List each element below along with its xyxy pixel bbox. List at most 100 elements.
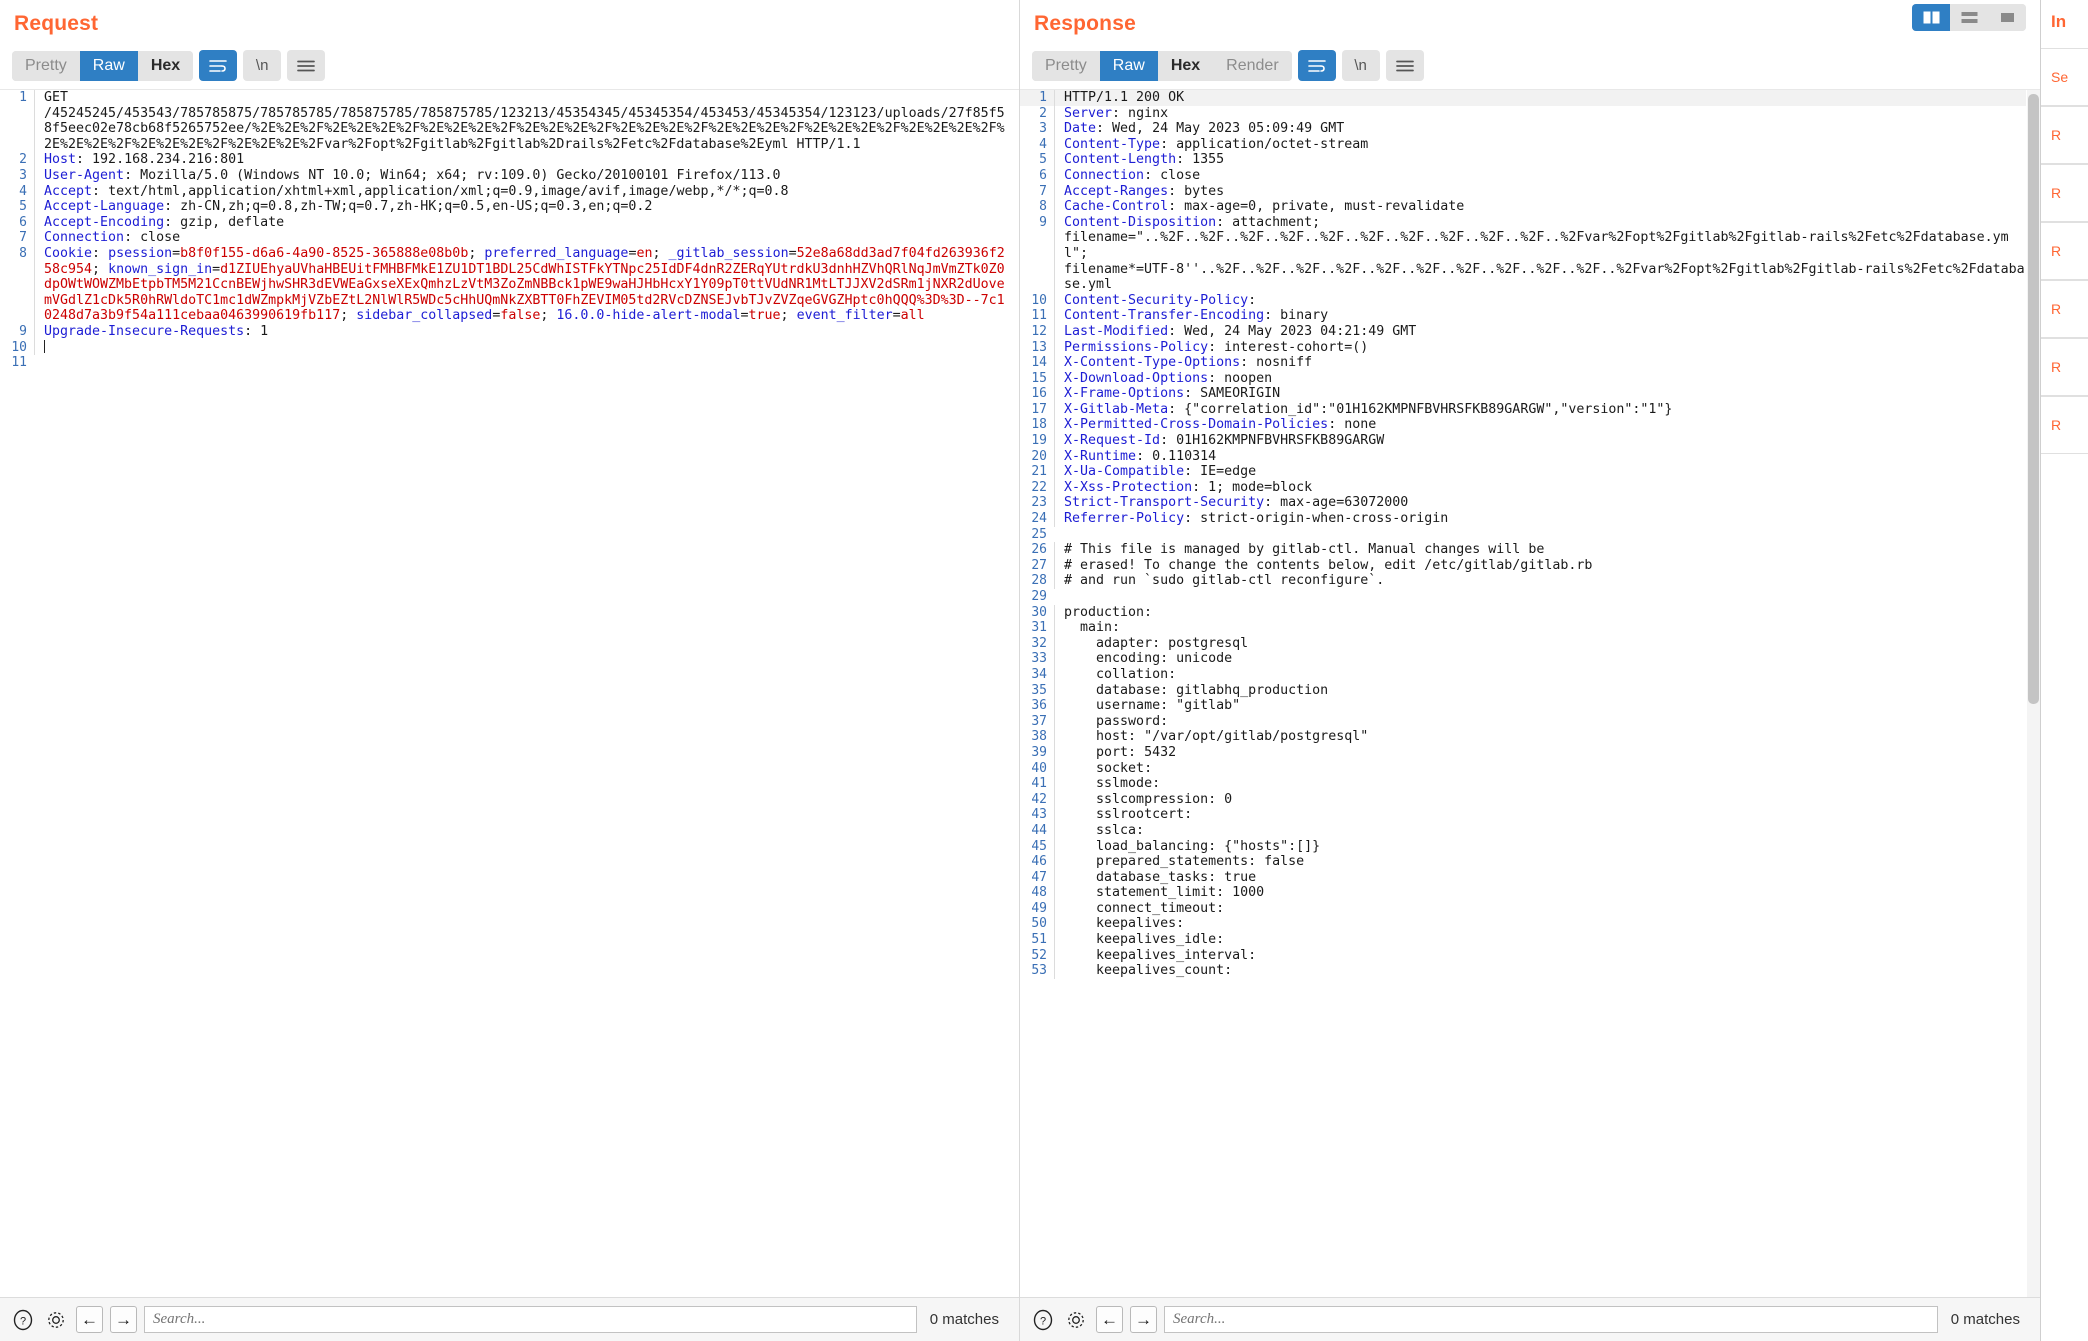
line-number: 36 xyxy=(1031,698,1047,714)
line-content: Last-Modified: Wed, 24 May 2023 04:21:49… xyxy=(1054,323,2026,340)
line-number: 41 xyxy=(1031,776,1047,792)
line-segment: load_balancing: {"hosts":[]} xyxy=(1064,838,1321,854)
line-content: /45245245/453543/785785875/785785785/785… xyxy=(34,105,1005,153)
editor-line: 33 encoding: unicode xyxy=(1020,651,2026,667)
editor-line: 7 Accept-Ranges: bytes xyxy=(1020,183,2026,200)
inspector-row[interactable]: R xyxy=(2041,338,2088,396)
line-content: host: "/var/opt/gitlab/postgresql" xyxy=(1054,729,2026,745)
editor-line: 47 database_tasks: true xyxy=(1020,869,2026,886)
line-number: 40 xyxy=(1031,760,1047,776)
line-content: Date: Wed, 24 May 2023 05:09:49 GMT xyxy=(1054,121,2026,137)
line-number: 42 xyxy=(1031,791,1047,807)
editor-line: 22 X-Xss-Protection: 1; mode=block xyxy=(1020,479,2026,496)
line-content: password: xyxy=(1054,713,2026,730)
inspector-row[interactable]: R xyxy=(2041,164,2088,222)
line-segment: prepared_statements: false xyxy=(1064,854,1305,870)
line-content: username: "gitlab" xyxy=(1054,698,2026,714)
inspector-row[interactable]: Se xyxy=(2041,48,2088,106)
line-segment: # This file is managed by gitlab-ctl. Ma… xyxy=(1064,542,1545,558)
response-newline-icon[interactable]: \n xyxy=(1341,50,1380,81)
response-tab-hex[interactable]: Hex xyxy=(1157,50,1214,81)
line-segment: ; xyxy=(652,245,669,261)
line-segment: : noopen xyxy=(1208,370,1273,386)
request-gear-icon[interactable] xyxy=(43,1307,69,1333)
line-number: 31 xyxy=(1031,620,1047,636)
line-segment: : nginx xyxy=(1112,105,1169,121)
inspector-row[interactable]: R xyxy=(2041,280,2088,338)
editor-line: 11 xyxy=(0,355,1005,371)
request-menu-icon[interactable] xyxy=(287,50,326,81)
request-search-back-button[interactable]: ← xyxy=(76,1306,103,1333)
editor-line: 1 GET xyxy=(0,90,1005,106)
line-number: 18 xyxy=(1031,417,1047,433)
line-segment: : strict-origin-when-cross-origin xyxy=(1184,511,1449,527)
inspector-row[interactable]: R xyxy=(2041,222,2088,280)
editor-line: 4 Content-Type: application/octet-stream xyxy=(1020,136,2026,153)
line-number: 35 xyxy=(1031,682,1047,698)
line-segment: adapter: postgresql xyxy=(1064,635,1249,651)
response-word-wrap-icon[interactable] xyxy=(1297,50,1336,81)
request-word-wrap-icon[interactable] xyxy=(199,50,238,81)
response-editor[interactable]: 1 HTTP/1.1 200 OK 2 Server: nginx 3 Date: Wed… xyxy=(1020,90,2026,1297)
response-help-icon[interactable]: ? xyxy=(1030,1307,1056,1333)
request-tab-hex[interactable]: Hex xyxy=(137,50,194,81)
response-tab-render[interactable]: Render xyxy=(1213,50,1292,81)
side-by-side-layout-button[interactable] xyxy=(1912,4,1950,31)
stacked-layout-button[interactable] xyxy=(1950,4,1988,31)
request-search-input[interactable] xyxy=(144,1306,917,1333)
single-pane-layout-button[interactable] xyxy=(1988,4,2026,31)
line-number: 28 xyxy=(1031,573,1047,589)
line-content: keepalives_idle: xyxy=(1054,932,2026,948)
response-tab-pretty[interactable]: Pretty xyxy=(1032,50,1100,81)
line-segment: : 1355 xyxy=(1176,152,1225,168)
editor-line: 23 Strict-Transport-Security: max-age=630… xyxy=(1020,495,2026,512)
editor-line: 11 Content-Transfer-Encoding: binary xyxy=(1020,308,2026,324)
line-segment: : SAMEORIGIN xyxy=(1184,386,1281,402)
line-segment: : Wed, 24 May 2023 05:09:49 GMT xyxy=(1096,121,1345,137)
line-content: Accept: text/html,application/xhtml+xml,… xyxy=(34,183,1005,200)
line-content: Connection: close xyxy=(34,230,1005,246)
inspector-row[interactable]: R xyxy=(2041,106,2088,164)
line-number: 20 xyxy=(1031,448,1047,464)
request-editor[interactable]: 1 GET/45245245/453543/785785875/785785785… xyxy=(0,90,1005,1297)
request-help-icon[interactable]: ? xyxy=(10,1307,36,1333)
line-segment: ; xyxy=(340,308,357,324)
request-search-forward-button[interactable]: → xyxy=(110,1306,137,1333)
response-search-forward-button[interactable]: → xyxy=(1130,1306,1157,1333)
response-editor-wrap: 1 HTTP/1.1 200 OK 2 Server: nginx 3 Date: Wed… xyxy=(1020,89,2040,1297)
editor-line: 17 X-Gitlab-Meta: {"correlation_id":"01H1… xyxy=(1020,401,2026,418)
response-search-input[interactable] xyxy=(1164,1306,1938,1333)
response-vertical-scrollbar[interactable] xyxy=(2027,90,2040,1297)
inspector-row[interactable]: R xyxy=(2041,396,2088,454)
response-matches-label: 0 matches xyxy=(1950,1311,2020,1328)
line-number: 7 xyxy=(19,230,27,246)
line-segment: Server xyxy=(1064,105,1113,121)
line-number: 32 xyxy=(1031,635,1047,651)
editor-line: 20 X-Runtime: 0.110314 xyxy=(1020,448,2026,465)
response-menu-icon[interactable] xyxy=(1385,50,1424,81)
response-search-back-button[interactable]: ← xyxy=(1096,1306,1123,1333)
line-segment: username: "gitlab" xyxy=(1064,698,1241,714)
line-segment: = xyxy=(172,245,181,261)
response-tab-raw[interactable]: Raw xyxy=(1099,50,1158,81)
line-content: keepalives_interval: xyxy=(1054,947,2026,964)
line-number: 11 xyxy=(1031,308,1047,324)
editor-line: 34 collation: xyxy=(1020,666,2026,683)
request-matches-label: 0 matches xyxy=(929,1311,999,1328)
line-segment: : xyxy=(124,167,141,183)
line-number: 15 xyxy=(1031,370,1047,386)
line-content: load_balancing: {"hosts":[]} xyxy=(1054,838,2026,855)
request-newline-icon[interactable]: \n xyxy=(243,50,282,81)
line-number: 17 xyxy=(1031,401,1047,417)
response-scroll-thumb[interactable] xyxy=(2028,94,2039,704)
editor-line: 6 Connection: close xyxy=(1020,167,2026,184)
line-segment: sslcompression: 0 xyxy=(1064,791,1233,807)
editor-line: 30 production: xyxy=(1020,604,2026,621)
request-tab-pretty[interactable]: Pretty xyxy=(12,50,80,81)
line-segment: sidebar_collapsed xyxy=(356,308,493,324)
request-tab-raw[interactable]: Raw xyxy=(79,50,138,81)
editor-line: 14 X-Content-Type-Options: nosniff xyxy=(1020,355,2026,371)
line-number: 6 xyxy=(19,214,27,230)
response-gear-icon[interactable] xyxy=(1063,1307,1089,1333)
line-content: GET xyxy=(34,90,1005,106)
